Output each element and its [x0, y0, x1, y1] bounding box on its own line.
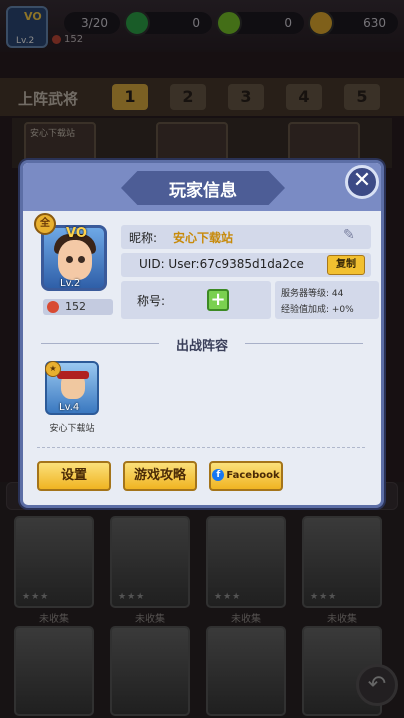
honor-row: 称号: +	[121, 281, 271, 319]
hero-rank-icon: ★	[45, 361, 61, 377]
server-level: 服务器等级: 44	[281, 289, 344, 299]
modal-header: 玩家信息 ✕	[23, 163, 381, 211]
game-guide-button[interactable]: 游戏攻略	[123, 461, 197, 491]
game-screen: { "topbar": { "avatar_vip": "VO", "avata…	[0, 0, 404, 718]
hero-headband	[57, 371, 89, 379]
modal-title: 玩家信息	[169, 181, 237, 201]
power-value: 152	[65, 300, 86, 313]
close-icon[interactable]: ✕	[345, 165, 379, 199]
server-stats: 服务器等级: 44 经验值加成: +0%	[275, 281, 379, 319]
dotted-divider	[37, 447, 365, 448]
copy-button[interactable]: 复制	[327, 255, 365, 275]
uid-row: UID: User:67c9385d1da2ce 复制	[121, 253, 371, 277]
nickname-value: 安心下载站	[173, 231, 234, 245]
exp-bonus: 经验值加成: +0%	[281, 305, 354, 315]
facebook-icon: f	[212, 469, 225, 481]
honor-label: 称号:	[137, 294, 166, 308]
add-title-button[interactable]: +	[207, 289, 229, 311]
power-icon	[47, 301, 59, 313]
lineup-section-title: 出战阵容	[175, 339, 228, 354]
lineup-hero-card[interactable]: Lv.4 ★	[45, 361, 99, 415]
player-portrait[interactable]: VO Lv.2	[41, 225, 107, 291]
rank-medal-icon: 全	[34, 213, 56, 235]
hero-level: Lv.4	[59, 402, 80, 413]
facebook-label: Facebook	[226, 470, 280, 481]
uid-text: UID: User:67c9385d1da2ce	[139, 257, 304, 271]
facebook-button[interactable]: f Facebook	[209, 461, 283, 491]
player-level: Lv.2	[60, 278, 81, 289]
nickname-row: 昵称: 安心下载站 ✎	[121, 225, 371, 249]
player-info-panel: VO Lv.2 全 152 昵称: 安心下载站 ✎ UID: User:67c9…	[29, 213, 379, 325]
nickname-label: 昵称:	[129, 231, 158, 245]
vip-badge: VO	[66, 226, 87, 241]
section-divider	[245, 343, 363, 344]
portrait-eye	[78, 256, 85, 263]
hero-name: 安心下载站	[49, 424, 95, 434]
settings-button[interactable]: 设置	[37, 461, 111, 491]
power-display: 152	[43, 299, 113, 315]
player-info-modal: 玩家信息 ✕ VO Lv.2 全 152 昵称: 安心下载站 ✎ UID: Us…	[20, 160, 384, 508]
portrait-eye	[66, 256, 73, 263]
portrait-face	[58, 240, 92, 280]
edit-pencil-icon[interactable]: ✎	[343, 227, 355, 243]
